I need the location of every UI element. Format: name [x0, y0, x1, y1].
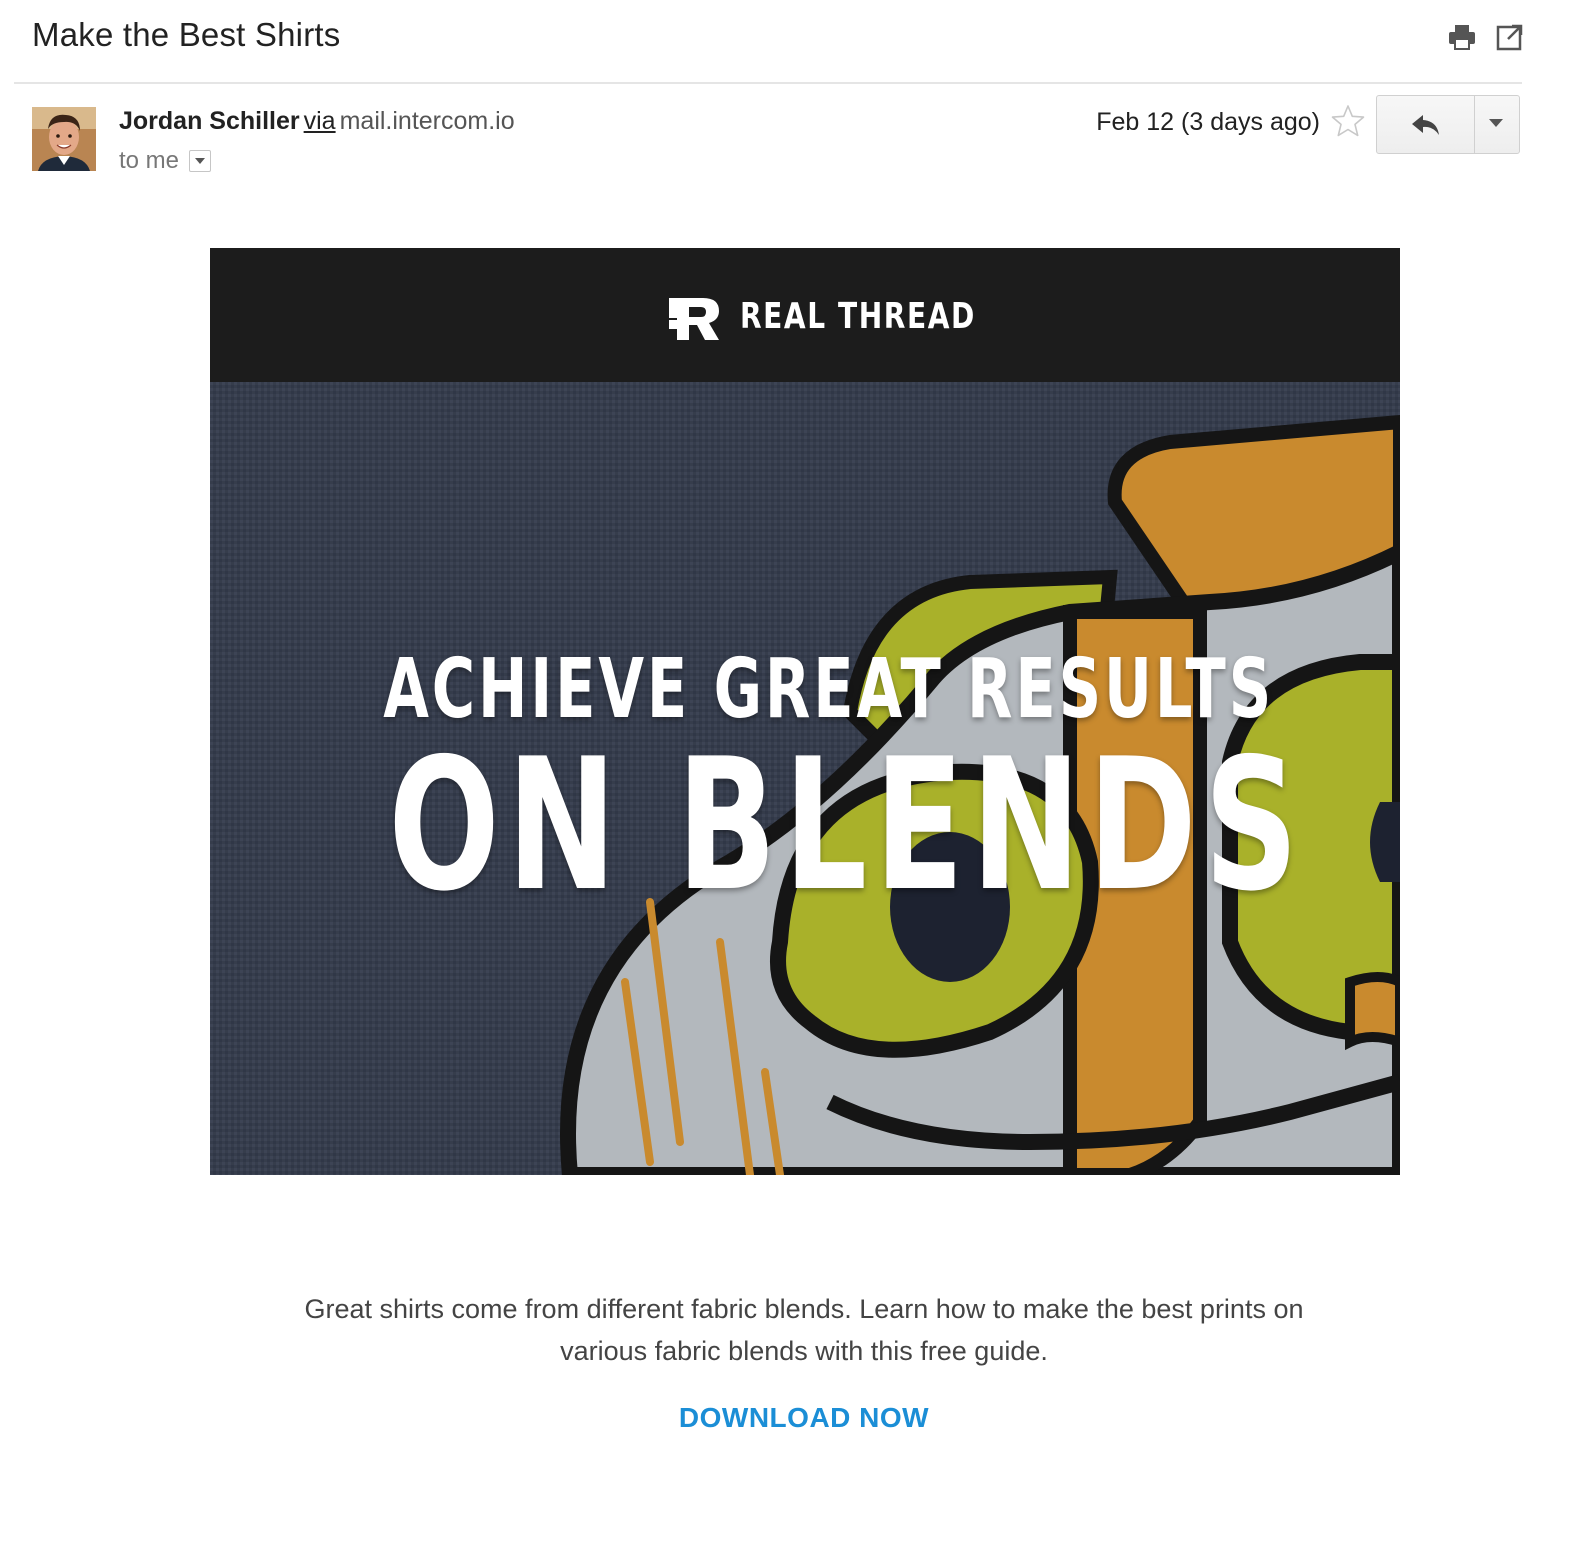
star-icon[interactable] [1331, 104, 1365, 138]
more-actions-dropdown[interactable] [1475, 96, 1519, 153]
recipient-line: to me [119, 147, 212, 175]
avatar[interactable] [32, 107, 96, 171]
brand-header: REAL THREAD [210, 248, 1400, 382]
sender-domain: mail.intercom.io [339, 107, 515, 135]
print-icon[interactable] [1447, 22, 1477, 52]
download-now-link[interactable]: DOWNLOAD NOW [0, 1402, 1582, 1434]
reply-icon [1411, 114, 1439, 135]
via-link[interactable]: via [304, 107, 336, 135]
email-subject: Make the Best Shirts [32, 16, 341, 53]
recipient-label: to me [119, 147, 180, 174]
hero-banner[interactable]: ACHIEVE GREAT RESULTS ON BLENDS [210, 382, 1400, 1175]
email-date: Feb 12 (3 days ago) [1096, 108, 1320, 136]
body-text: Great shirts come from different fabric … [304, 1294, 1304, 1366]
show-details-dropdown[interactable] [189, 150, 212, 172]
open-in-new-window-icon[interactable] [1495, 22, 1525, 52]
real-thread-logo-icon [669, 298, 719, 340]
brand-name: REAL THREAD [740, 296, 976, 337]
reply-button[interactable] [1377, 96, 1475, 153]
sender-line: Jordan Schiller via mail.intercom.io [119, 107, 515, 136]
reply-button-group [1376, 95, 1520, 154]
sender-name[interactable]: Jordan Schiller [119, 107, 300, 135]
hero-headline-line-2: ON BLENDS [388, 719, 1306, 931]
subject-bar: Make the Best Shirts [14, 0, 1525, 84]
